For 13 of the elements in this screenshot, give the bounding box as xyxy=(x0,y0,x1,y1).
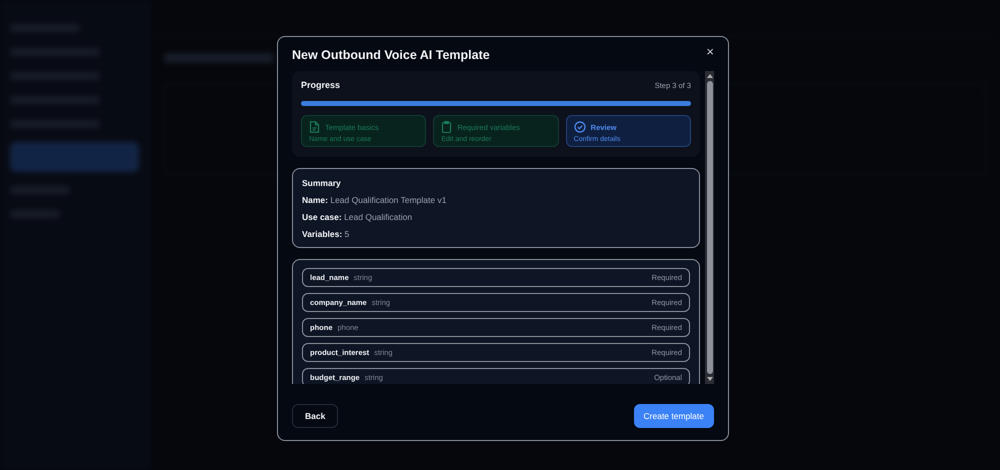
back-button[interactable]: Back xyxy=(292,404,338,428)
summary-line: Variables: 5 xyxy=(302,229,350,239)
clipboard-icon xyxy=(441,121,452,133)
close-button[interactable]: × xyxy=(702,45,714,58)
summary-line: Use case: Lead Qualification xyxy=(302,212,414,222)
progress-title: Progress xyxy=(301,80,340,90)
scroll-bar[interactable] xyxy=(705,71,714,384)
document-icon xyxy=(309,121,320,133)
summary-title: Summary xyxy=(302,178,342,188)
check-circle-icon xyxy=(574,121,586,133)
dialog-title: New Outbound Voice AI Template xyxy=(292,48,490,62)
summary-line: Name: Lead Qualification Template v1 xyxy=(302,195,448,205)
create-template-button[interactable]: Create template xyxy=(634,404,714,428)
